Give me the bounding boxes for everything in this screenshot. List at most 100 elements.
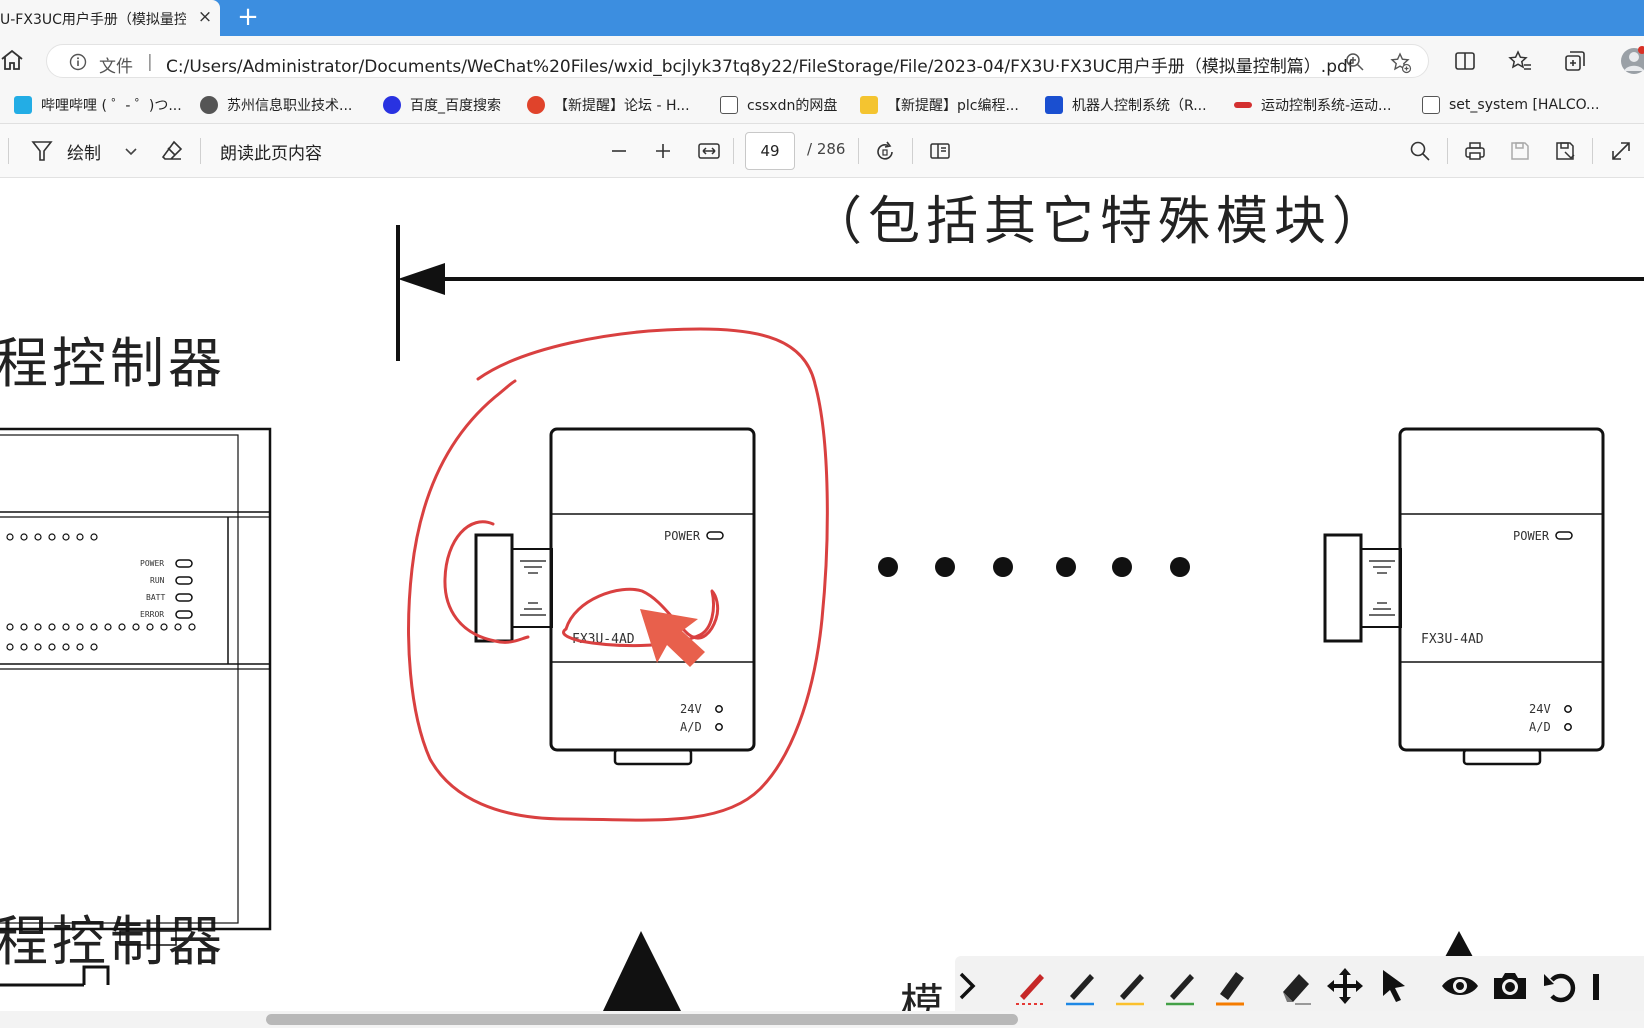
plc-led-power: POWER (140, 559, 164, 568)
pointer-triangle (1445, 931, 1473, 957)
fit-width-icon[interactable] (697, 139, 721, 163)
pen-red-dashed-icon[interactable] (1010, 966, 1050, 1006)
forum-icon (527, 96, 545, 114)
bilibili-icon (14, 96, 32, 114)
bookmark-label: 【新提醒】plc编程... (887, 98, 1019, 114)
pen-yellow-icon[interactable] (1110, 966, 1150, 1006)
draw-pen-icon[interactable] (30, 139, 54, 163)
draw-label[interactable]: 绘制 (67, 139, 101, 164)
info-icon[interactable] (69, 53, 87, 71)
save-as-icon[interactable] (1553, 139, 1577, 163)
bookmark-suzhou[interactable]: 苏州信息职业技术... (200, 94, 352, 116)
page-number-input[interactable]: 49 (745, 132, 795, 170)
plc-unit (0, 427, 272, 946)
collapse-chevron-icon[interactable] (955, 966, 981, 1006)
browser-window: U-FX3UC用户手册（模拟量控 × + 文件 | C:/Users/Admin… (0, 0, 1644, 1028)
scrollbar-thumb[interactable] (266, 1014, 1018, 1025)
expand-icon[interactable] (1609, 139, 1633, 163)
collections-icon[interactable] (1563, 49, 1587, 73)
print-icon[interactable] (1463, 139, 1487, 163)
pen-green-icon[interactable] (1160, 966, 1200, 1006)
zoom-out-icon[interactable] (607, 139, 631, 163)
globe-icon (200, 96, 218, 114)
bookmark-baidu[interactable]: 百度_百度搜索 (383, 94, 501, 116)
save-icon[interactable] (1508, 139, 1532, 163)
horizontal-scrollbar[interactable] (0, 1011, 1644, 1028)
bookmark-label: 机器人控制系统（R... (1072, 98, 1207, 114)
eye-icon[interactable] (1440, 966, 1480, 1006)
annotation-toolbar (955, 956, 1644, 1014)
bookmarks-bar: 哔哩哔哩 ( ゜- ゜)つ... 苏州信息职业技术... 百度_百度搜索 【新提… (0, 86, 1644, 124)
bookmark-label: 百度_百度搜索 (410, 98, 501, 114)
url-text[interactable]: C:/Users/Administrator/Documents/WeChat%… (166, 52, 1354, 77)
read-aloud-button[interactable]: 朗读此页内容 (220, 139, 322, 164)
profile-avatar[interactable] (1620, 46, 1644, 76)
toolbar-divider (858, 138, 859, 164)
search-icon[interactable] (1408, 139, 1432, 163)
zoom-icon[interactable] (1345, 52, 1365, 72)
highlighter-orange-icon[interactable] (1210, 966, 1250, 1006)
bookmark-plc[interactable]: 【新提醒】plc编程... (860, 94, 1019, 116)
eraser-icon[interactable] (1275, 966, 1315, 1006)
home-icon[interactable] (0, 48, 24, 72)
toolbar-divider (733, 138, 734, 164)
fx3u-4ad-module-right (1323, 427, 1605, 766)
pdf-toolbar: 绘制 朗读此页内容 49 / 286 (0, 124, 1644, 178)
tab-close-icon[interactable]: × (194, 6, 216, 28)
eraser-icon[interactable] (160, 139, 184, 163)
baidu-paw-icon (383, 96, 401, 114)
module-power-label: POWER (664, 529, 701, 543)
move-icon[interactable] (1325, 966, 1365, 1006)
bookmark-halcon[interactable]: set_system [HALCO... (1422, 94, 1599, 116)
bookmark-label: 哔哩哔哩 ( ゜- ゜)つ... (41, 98, 182, 114)
more-tools-icon[interactable] (1587, 966, 1607, 1006)
undo-icon[interactable] (1540, 966, 1580, 1006)
brand-icon (1234, 102, 1252, 108)
toolbar-divider (1592, 138, 1593, 164)
rotate-icon[interactable] (873, 139, 897, 163)
plc-led-error: ERROR (140, 610, 164, 619)
favorite-add-icon[interactable] (1390, 52, 1412, 74)
toolbar-divider (8, 138, 9, 164)
chevron-down-icon[interactable] (122, 139, 140, 163)
cursor-select-icon[interactable] (1375, 966, 1415, 1006)
bookmark-forum[interactable]: 【新提醒】论坛 - H... (527, 94, 690, 116)
bookmark-label: 运动控制系统-运动... (1261, 98, 1392, 114)
new-tab-button[interactable]: + (234, 3, 262, 31)
bookmark-label: cssxdn的网盘 (747, 98, 838, 114)
pointer-triangle (603, 931, 681, 1011)
file-scheme-label: 文件 (99, 57, 133, 77)
bookmark-motion[interactable]: 运动控制系统-运动... (1234, 94, 1391, 116)
camera-icon[interactable] (1490, 966, 1530, 1006)
module-24v-label: 24V (680, 702, 702, 716)
zoom-in-icon[interactable] (651, 139, 675, 163)
bookmark-cssxdn[interactable]: cssxdn的网盘 (720, 94, 837, 116)
page-view-icon[interactable] (928, 139, 952, 163)
page-icon (1422, 96, 1440, 114)
plc-led-run: RUN (150, 576, 165, 585)
module-power-label: POWER (1513, 529, 1550, 543)
module-model-label: FX3U-4AD (1421, 632, 1484, 647)
ellipsis-dots (878, 557, 1190, 577)
browser-tab[interactable]: U-FX3UC用户手册（模拟量控 × (0, 0, 220, 36)
toolbar-divider (200, 138, 201, 164)
tab-strip: U-FX3UC用户手册（模拟量控 × + (0, 0, 1644, 36)
r-logo-icon (1045, 96, 1063, 114)
diagram-canvas: POWER RUN BATT ERROR POWER FX3U-4AD 24V … (0, 225, 1644, 1011)
address-separator: | (147, 52, 153, 72)
red-ink-annotation (407, 327, 829, 822)
address-bar[interactable]: 文件 | C:/Users/Administrator/Documents/We… (46, 44, 1429, 78)
bookmark-bilibili[interactable]: 哔哩哔哩 ( ゜- ゜)つ... (14, 94, 182, 116)
plc-led-batt: BATT (146, 593, 165, 602)
split-screen-icon[interactable] (1453, 49, 1477, 73)
folder-icon (860, 96, 878, 114)
module-24v-label: 24V (1529, 702, 1551, 716)
toolbar-divider (912, 138, 913, 164)
bookmark-label: set_system [HALCO... (1449, 97, 1600, 113)
pen-blue-icon[interactable] (1060, 966, 1100, 1006)
navigation-toolbar: 文件 | C:/Users/Administrator/Documents/We… (0, 36, 1644, 86)
pdf-page: （包括其它特殊模块） 程控制器 程控制器 模 POWER RUN BATT ER… (0, 179, 1644, 1011)
module-ad-label: A/D (1529, 720, 1551, 734)
bookmark-robot[interactable]: 机器人控制系统（R... (1045, 94, 1207, 116)
favorites-icon[interactable] (1508, 49, 1532, 73)
